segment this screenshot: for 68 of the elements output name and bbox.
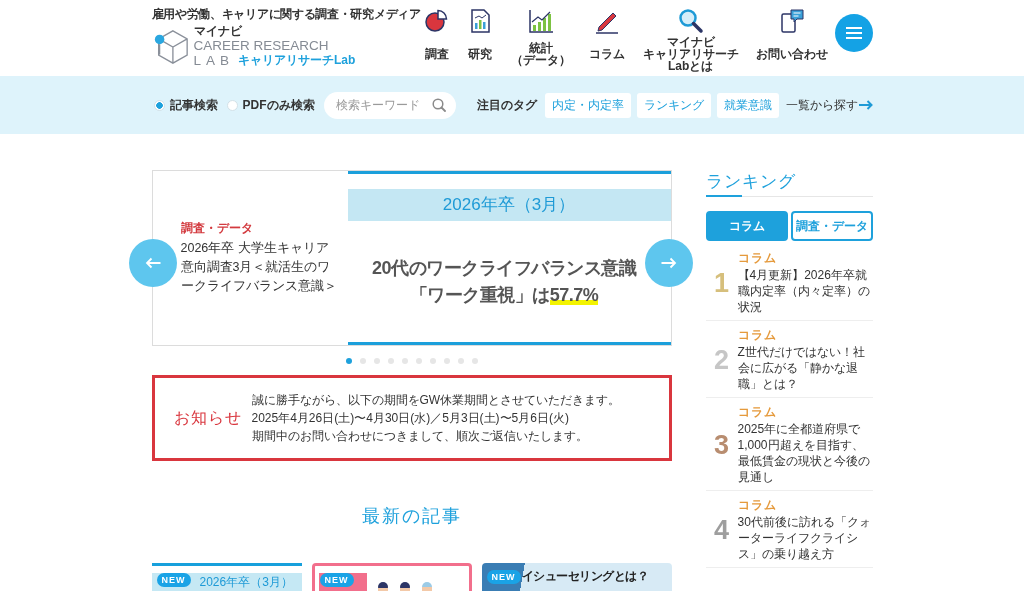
category-label: コラム bbox=[737, 328, 778, 343]
slide-headline: 20代のワークライフバランス意識 「ワーク重視」は57.7% bbox=[371, 256, 638, 307]
arrow-right-icon bbox=[660, 257, 677, 269]
carousel-dot[interactable] bbox=[373, 358, 380, 364]
nav-link[interactable]: 統計 （データ） bbox=[511, 0, 572, 76]
radio-label[interactable]: 記事検索 bbox=[169, 96, 218, 114]
notice-text: 2025年4月26日(土)〜4月30日(水)／5月3日(土)〜5月6日(火) bbox=[251, 410, 570, 427]
logo-text: LAB bbox=[193, 53, 235, 68]
search-field[interactable]: 検索キーワード bbox=[323, 91, 456, 119]
article-title-link[interactable]: 30代前後に訪れる「クォーターライフクライシス」の乗り越え方 bbox=[737, 514, 873, 562]
radio-label[interactable]: PDFのみ検索 bbox=[242, 96, 315, 114]
tablet-chat-icon bbox=[779, 8, 806, 34]
arrow-left-icon bbox=[144, 257, 161, 269]
magnifier-icon bbox=[677, 8, 704, 34]
rank-number: 2 bbox=[713, 345, 730, 375]
previous-button[interactable] bbox=[128, 239, 177, 287]
next-button[interactable] bbox=[644, 239, 693, 287]
section-title: 最新の記事 bbox=[360, 505, 463, 528]
new-badge: NEW bbox=[156, 573, 191, 587]
carousel-dot[interactable] bbox=[429, 358, 436, 364]
new-badge: NEW bbox=[319, 573, 354, 587]
tagline-text: 雇用や労働、キャリアに関する調査・研究メディア bbox=[151, 6, 422, 21]
article-title-link[interactable]: 2026年卒 大学生キャリア意向調査3月＜就活生のワークライフバランス意識＞ bbox=[180, 238, 341, 296]
slide-banner[interactable]: 2026年卒（3月） 20代のワークライフバランス意識 「ワーク重視」は57.7% bbox=[347, 171, 671, 345]
more-link[interactable]: 一覧から探す bbox=[785, 96, 873, 114]
menu-icon bbox=[845, 27, 862, 39]
thumbnail-title: イシューセリングとは？ bbox=[521, 569, 648, 585]
carousel-dot[interactable] bbox=[387, 358, 394, 364]
nav-link[interactable]: コラム bbox=[588, 0, 625, 76]
article-thumbnail[interactable]: NEW イシューセリングとは？ bbox=[481, 563, 672, 591]
bar-chart-icon bbox=[528, 8, 555, 34]
notice-label: お知らせ bbox=[173, 408, 243, 428]
nav-link[interactable]: 研究 bbox=[467, 0, 494, 76]
search-icon bbox=[431, 98, 446, 112]
logo-text: CAREER RESEARCH bbox=[193, 38, 330, 53]
rank-number: 4 bbox=[713, 515, 730, 545]
rank-number: 1 bbox=[713, 268, 730, 298]
radio-button[interactable] bbox=[153, 99, 165, 111]
nav-link[interactable]: 調査 bbox=[423, 0, 450, 76]
nav-link[interactable]: お問い合わせ bbox=[756, 0, 829, 76]
category-label: コラム bbox=[737, 498, 778, 513]
article-title-link[interactable]: Z世代だけではない！社会に広がる「静かな退職」とは？ bbox=[737, 344, 873, 392]
carousel-dot[interactable] bbox=[401, 358, 408, 364]
article-title-link[interactable]: 【4月更新】2026年卒就職内定率（内々定率）の状況 bbox=[737, 267, 873, 315]
tags-heading: 注目のタグ bbox=[476, 97, 537, 114]
nav-link[interactable]: マイナビ キャリアリサーチ Labとは bbox=[642, 0, 739, 76]
menu-button[interactable] bbox=[834, 14, 873, 52]
radio-button[interactable] bbox=[226, 99, 238, 111]
notice-text: 期間中のお問い合わせにつきまして、順次ご返信いたします。 bbox=[251, 428, 589, 445]
carousel-dot[interactable] bbox=[359, 358, 366, 364]
category-label: コラム bbox=[737, 405, 778, 420]
carousel-dot[interactable] bbox=[345, 358, 352, 364]
section-title: ランキング bbox=[705, 172, 796, 191]
slide-band: 2026年卒（3月） bbox=[347, 189, 671, 221]
category-label: 調査・データ bbox=[180, 220, 254, 235]
notice-text: 誠に勝手ながら、以下の期間をGW休業期間とさせていただきます。 bbox=[251, 392, 621, 409]
new-badge: NEW bbox=[486, 570, 521, 584]
carousel-dot[interactable] bbox=[471, 358, 478, 364]
rank-number: 3 bbox=[713, 430, 730, 460]
carousel-dot[interactable] bbox=[415, 358, 422, 364]
article-title-link[interactable]: 2025年に全都道府県で1,000円超えを目指す、最低賃金の現状と今後の見通し bbox=[737, 421, 873, 485]
category-label: コラム bbox=[737, 251, 778, 266]
logo-subtitle: キャリアリサーチLab bbox=[238, 54, 356, 67]
carousel-dot[interactable] bbox=[457, 358, 464, 364]
carousel-dot[interactable] bbox=[443, 358, 450, 364]
pie-chart-icon bbox=[423, 8, 450, 34]
arrow-right-icon bbox=[858, 100, 873, 110]
logo-text: マイナビ bbox=[193, 25, 243, 38]
